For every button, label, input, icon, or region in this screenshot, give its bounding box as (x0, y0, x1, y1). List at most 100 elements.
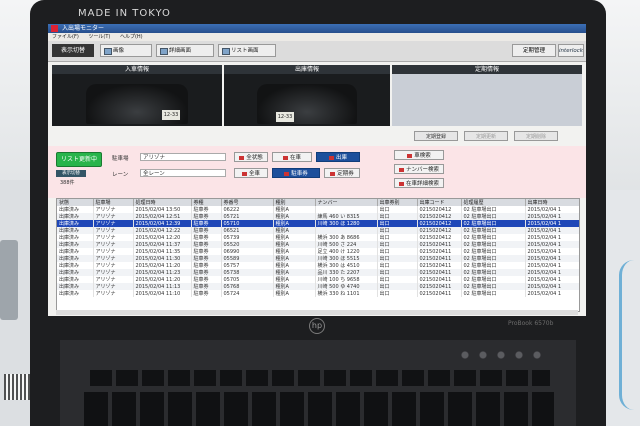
table-row[interactable]: 出庫済み アリゾナ 2015/02/04 12:39 駐車券 05710 種別A 川崎 30… (57, 220, 579, 227)
entry-camera-image[interactable]: 12-33 (52, 74, 222, 126)
table-cell: 02 駐車場出口 (461, 234, 526, 241)
table-cell: 種別A (273, 290, 316, 297)
menu-tools[interactable]: ツール(T) (88, 34, 110, 40)
table-row[interactable]: 出庫済み アリゾナ 2015/02/04 11:30 駐車券 05589 種別A 川崎 30… (57, 255, 579, 262)
table-row[interactable]: 出庫済み アリゾナ 2015/02/04 11:20 駐車券 05757 種別A 横浜 30… (57, 262, 579, 269)
table-cell: アリゾナ (93, 269, 134, 276)
list-update-button[interactable]: リスト更新中 (56, 152, 102, 167)
column-header[interactable]: 状態 (57, 199, 94, 206)
filter-parking-ticket[interactable]: 駐車券 (272, 168, 320, 178)
table-cell: 種別A (273, 248, 316, 255)
table-cell: 2015/02/04 11:20 (133, 276, 192, 283)
column-header[interactable]: 処理日時 (133, 199, 192, 206)
laptop: MADE IN TOKYO 入出場モニター ファイル(F) ツール(T) ヘルプ… (30, 0, 606, 426)
column-header[interactable]: 出庫日時 (525, 199, 579, 206)
table-cell (315, 227, 378, 234)
table-cell: 2015/02/04 1 (525, 283, 579, 290)
pass-management-button[interactable]: 定期管理 (512, 44, 556, 57)
parking-select[interactable]: アリゾナ (140, 153, 226, 161)
column-header[interactable]: ナンバー (315, 199, 378, 206)
table-cell: 出口 (377, 262, 418, 269)
filter-parked[interactable]: 在車 (272, 152, 312, 162)
table-row[interactable]: 出庫済み アリゾナ 2015/02/04 12:20 駐車券 05739 種別A 横浜 30… (57, 234, 579, 241)
filter-all-status[interactable]: 全状態 (234, 152, 268, 162)
column-header[interactable]: 券種 (191, 199, 222, 206)
exit-camera-image[interactable]: 12-33 (224, 74, 390, 126)
table-cell: 05724 (221, 290, 274, 297)
exit-plate: 12-33 (276, 112, 294, 122)
filter-parking-ticket-label: 駐車券 (291, 171, 308, 177)
detail-search-label: 在車詳細検索 (405, 181, 439, 187)
table-cell: 出口 (377, 255, 418, 262)
table-cell: 出庫済み (57, 255, 94, 262)
display-toggle-button[interactable]: 表示切替 (52, 44, 94, 57)
ticket-icon (284, 171, 290, 176)
table-cell: 05768 (221, 283, 274, 290)
table-cell: 出口 (377, 283, 418, 290)
table-row[interactable]: 出庫済み アリゾナ 2015/02/04 12:22 駐車券 06521 種別A 出口 021… (57, 227, 579, 234)
horizontal-scrollbar[interactable] (56, 310, 578, 315)
menu-file[interactable]: ファイル(F) (52, 34, 79, 40)
table-cell: 出庫済み (57, 262, 94, 269)
lane-select[interactable]: 全レーン (140, 169, 226, 177)
filter-pass[interactable]: 定期券 (324, 168, 360, 178)
table-row[interactable]: 出庫済み アリゾナ 2015/02/04 13:50 駐車券 06222 種別A 出口 021… (57, 206, 579, 213)
table-cell: 0215020411 (417, 276, 462, 283)
table-cell: 駐車券 (191, 290, 222, 297)
table-row[interactable]: 出庫済み アリゾナ 2015/02/04 11:37 駐車券 05520 種別A 川崎 50… (57, 241, 579, 248)
car-image (257, 84, 357, 124)
column-header[interactable]: 駐車場 (93, 199, 134, 206)
detail-search-button[interactable]: 在車詳細検索 (394, 178, 444, 188)
table-cell: 2015/02/04 1 (525, 255, 579, 262)
screen: 入出場モニター ファイル(F) ツール(T) ヘルプ(H) 表示切替 画像 詳細… (48, 24, 586, 316)
column-header[interactable]: 処理履歴 (461, 199, 526, 206)
plate-search-button[interactable]: ナンバー検索 (394, 164, 444, 174)
table-row[interactable]: 出庫済み アリゾナ 2015/02/04 11:13 駐車券 05768 種別A 川崎 50… (57, 283, 579, 290)
column-header[interactable]: 出庫コード (417, 199, 462, 206)
pass-delete-button[interactable]: 定期削除 (514, 131, 558, 141)
table-cell: 川崎 300 ほ 1280 (315, 220, 378, 227)
table-cell: 駐車券 (191, 255, 222, 262)
image-view-button[interactable]: 画像 (100, 44, 152, 57)
lane-label: レーン (112, 172, 129, 178)
table-cell: 2015/02/04 1 (525, 290, 579, 297)
filter-all-vehicles[interactable]: 全車 (234, 168, 268, 178)
small-toggle-button[interactable]: 表示切替 (56, 170, 86, 177)
table-row[interactable]: 出庫済み アリゾナ 2015/02/04 11:23 駐車券 05738 種別A 品川 33… (57, 269, 579, 276)
column-header[interactable]: 種別 (273, 199, 316, 206)
table-cell: アリゾナ (93, 220, 134, 227)
table-cell: 0215020412 (417, 206, 462, 213)
table-row[interactable]: 出庫済み アリゾナ 2015/02/04 11:35 駐車券 06990 種別A 足立 40… (57, 248, 579, 255)
pass-register-button[interactable]: 定期登録 (414, 131, 458, 141)
menu-help[interactable]: ヘルプ(H) (120, 34, 143, 40)
table-row[interactable]: 出庫済み アリゾナ 2015/02/04 12:51 駐車券 05721 種別A 練馬 46… (57, 213, 579, 220)
table-cell: 02 駐車場出口 (461, 227, 526, 234)
table-cell: 2015/02/04 1 (525, 220, 579, 227)
table-cell: 品川 330 た 2207 (315, 269, 378, 276)
table-cell: 0215020411 (417, 283, 462, 290)
table-cell: 02 駐車場出口 (461, 213, 526, 220)
records-table[interactable]: 状態 駐車場 処理日時 券種 券番号 種別 ナンバー 出車券別 出庫コード 処理履歴 出庫日時 出庫… (56, 198, 580, 312)
table-cell (315, 206, 378, 213)
media-buttons (456, 350, 546, 360)
column-header[interactable]: 券番号 (221, 199, 274, 206)
table-cell: 02 駐車場出口 (461, 220, 526, 227)
table-cell: 2015/02/04 11:13 (133, 283, 192, 290)
filter-parked-label: 在車 (289, 155, 301, 161)
detail-view-button[interactable]: 詳細画面 (156, 44, 214, 57)
list-view-button[interactable]: リスト画面 (218, 44, 276, 57)
pass-icon (330, 171, 336, 176)
table-row[interactable]: 出庫済み アリゾナ 2015/02/04 11:10 駐車券 05724 種別A 横浜 33… (57, 290, 579, 297)
column-header[interactable]: 出車券別 (377, 199, 418, 206)
table-cell: アリゾナ (93, 234, 134, 241)
detail-view-label: 詳細画面 (169, 48, 192, 54)
filter-exited-label: 出庫 (335, 155, 347, 161)
table-cell: 2015/02/04 1 (525, 213, 579, 220)
table-cell: 横浜 330 ね 1101 (315, 290, 378, 297)
table-row[interactable]: 出庫済み アリゾナ 2015/02/04 11:20 駐車券 05705 種別A 川崎 10… (57, 276, 579, 283)
pass-update-button[interactable]: 定期更新 (464, 131, 508, 141)
vehicle-search-button[interactable]: 車検索 (394, 150, 444, 160)
filter-exited[interactable]: 出庫 (316, 152, 360, 162)
table-cell: 05520 (221, 241, 274, 248)
table-cell: 2015/02/04 1 (525, 227, 579, 234)
